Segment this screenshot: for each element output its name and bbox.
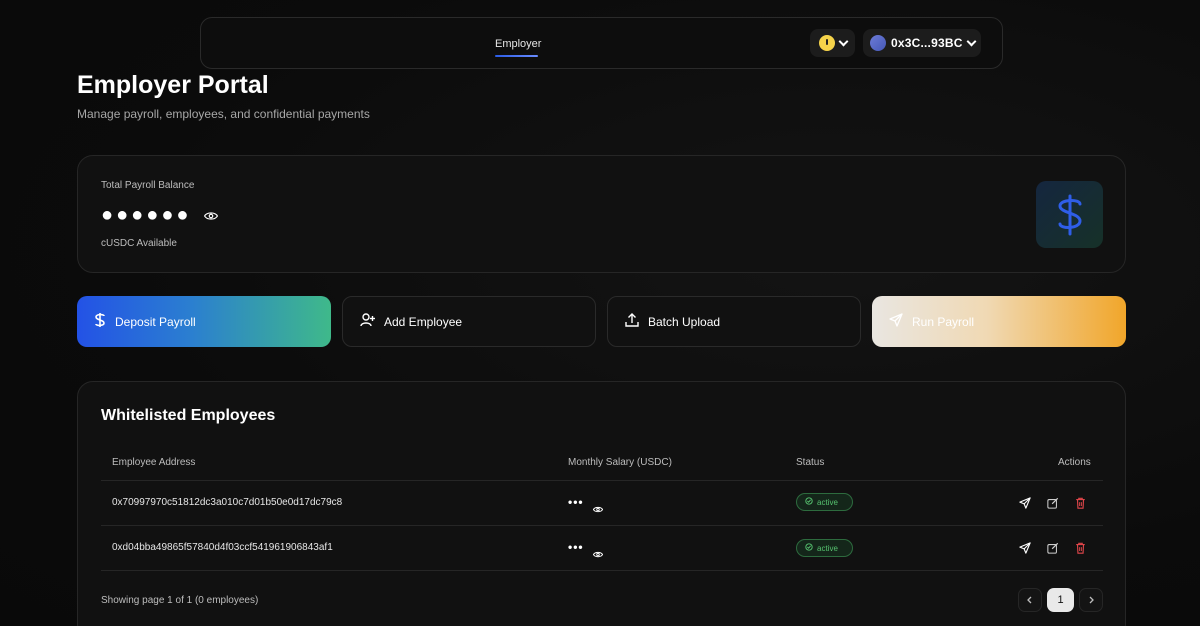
employees-title: Whitelisted Employees	[101, 407, 276, 424]
deposit-payroll-label: Deposit Payroll	[115, 314, 196, 329]
trash-icon[interactable]	[1075, 496, 1086, 514]
balance-currency: cUSDC Available	[101, 238, 177, 249]
employee-address: 0xd04bba49865f57840d4f03ccf541961906843a…	[112, 542, 333, 553]
batch-upload-label: Batch Upload	[648, 314, 721, 329]
network-icon	[818, 35, 835, 51]
batch-upload-button[interactable]: Batch Upload	[607, 296, 861, 347]
wallet-avatar	[870, 35, 886, 51]
page-number-button[interactable]: 1	[1047, 588, 1074, 612]
page-title: Employer Portal	[77, 71, 269, 99]
nav-link-employer[interactable]: Employer	[495, 38, 541, 50]
send-icon[interactable]	[1019, 541, 1031, 559]
wallet-address: 0x3C...93BC	[891, 36, 963, 50]
top-nav: Employer 0x3C...93BC	[200, 17, 1003, 69]
salary-masked: •••	[568, 495, 584, 509]
status-text: active	[817, 543, 838, 553]
add-employee-label: Add Employee	[384, 314, 463, 329]
column-header-salary: Monthly Salary (USDC)	[568, 457, 672, 468]
balance-card: Total Payroll Balance ●●●●●● cUSDC Avail…	[77, 155, 1126, 273]
send-icon	[889, 313, 903, 330]
nav-active-indicator	[495, 55, 538, 57]
deposit-payroll-button[interactable]: Deposit Payroll	[77, 296, 331, 347]
prev-page-button[interactable]	[1018, 588, 1042, 612]
trash-icon[interactable]	[1075, 541, 1086, 559]
edit-icon[interactable]	[1047, 496, 1059, 514]
check-circle-icon	[805, 543, 813, 553]
add-employee-button[interactable]: Add Employee	[342, 296, 596, 347]
balance-masked-value: ●●●●●●	[101, 204, 192, 226]
chevron-down-icon	[838, 36, 848, 46]
salary-masked: •••	[568, 540, 584, 554]
column-header-actions: Actions	[1058, 457, 1091, 468]
dollar-icon	[94, 312, 106, 331]
column-header-status: Status	[796, 457, 825, 468]
status-text: active	[817, 497, 838, 507]
status-badge: active	[796, 539, 853, 557]
pagination-summary: Showing page 1 of 1 (0 employees)	[101, 595, 259, 606]
status-badge: active	[796, 493, 853, 511]
employees-card: Whitelisted Employees Employee Address M…	[77, 381, 1126, 626]
send-icon[interactable]	[1019, 496, 1031, 514]
network-selector[interactable]	[810, 29, 855, 57]
row-divider	[101, 570, 1103, 571]
run-payroll-label: Run Payroll	[912, 314, 975, 329]
balance-label: Total Payroll Balance	[101, 180, 195, 191]
upload-icon	[625, 313, 639, 330]
row-divider	[101, 525, 1103, 526]
dollar-icon	[1036, 181, 1103, 248]
chevron-down-icon	[966, 36, 977, 46]
eye-icon[interactable]	[592, 545, 604, 563]
user-plus-icon	[360, 313, 375, 330]
eye-icon[interactable]	[203, 208, 219, 226]
chevron-left-icon	[1027, 596, 1032, 604]
header-divider	[101, 480, 1103, 481]
edit-icon[interactable]	[1047, 541, 1059, 559]
next-page-button[interactable]	[1079, 588, 1103, 612]
page-subtitle: Manage payroll, employees, and confident…	[77, 107, 370, 121]
wallet-button[interactable]: 0x3C...93BC	[863, 29, 981, 57]
check-circle-icon	[805, 497, 813, 507]
eye-icon[interactable]	[592, 500, 604, 518]
run-payroll-button[interactable]: Run Payroll	[872, 296, 1126, 347]
column-header-address: Employee Address	[112, 457, 196, 468]
employee-address: 0x70997970c51812dc3a010c7d01b50e0d17dc79…	[112, 497, 343, 508]
chevron-right-icon	[1089, 596, 1094, 604]
